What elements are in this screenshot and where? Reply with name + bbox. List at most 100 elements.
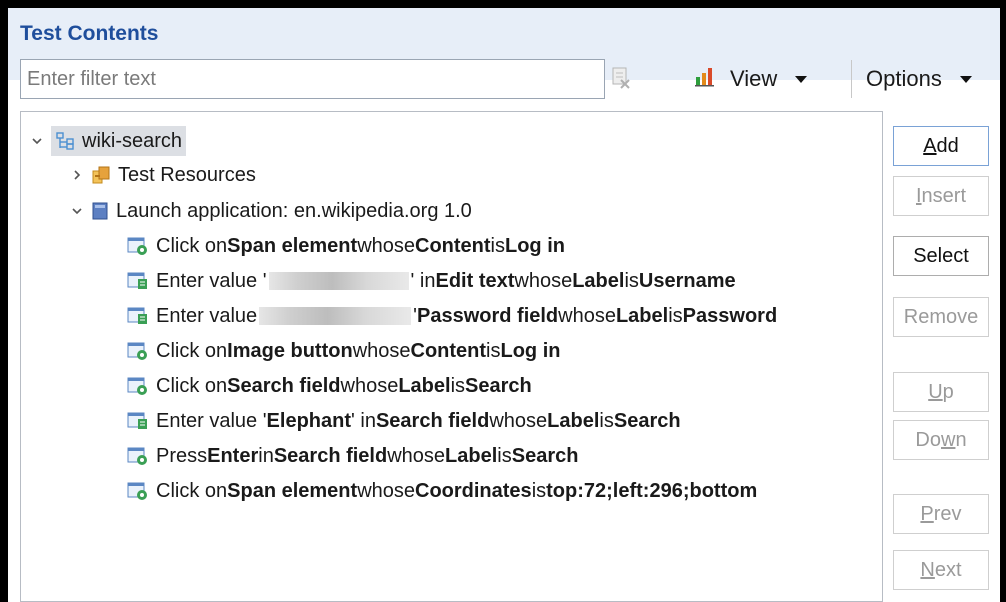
test-step[interactable]: Press Enter in Search field whose Label … — [127, 439, 578, 473]
enter-step-icon — [127, 272, 147, 289]
step-text: is — [490, 234, 505, 257]
step-value: top:72;left:296;bottom — [546, 479, 758, 502]
chevron-down-icon — [795, 75, 808, 83]
step-text: is — [531, 479, 547, 502]
view-menu-button[interactable]: View — [694, 61, 808, 97]
tree-node-root[interactable]: wiki-search — [31, 124, 187, 158]
step-text: whose — [357, 234, 415, 257]
step-property: Label — [615, 304, 669, 327]
click-step-icon — [127, 342, 147, 360]
step-value: Search — [613, 409, 681, 432]
prev-button[interactable]: Prev — [893, 494, 989, 534]
step-element-type: Password field — [417, 304, 559, 327]
step-element-type: Search field — [227, 374, 341, 397]
test-step[interactable]: Click on Image button whose Content is L… — [127, 334, 560, 368]
button-label: rev — [933, 502, 962, 525]
expanded-chevron-icon[interactable] — [71, 205, 83, 217]
step-text: Click on — [156, 234, 228, 257]
button-label: nsert — [921, 184, 967, 207]
test-step[interactable]: Enter value ' Elephant ' in Search field w… — [127, 404, 681, 438]
test-step[interactable]: Click on Span element whose Content is L… — [127, 229, 565, 263]
test-step[interactable]: Enter value ' ' in Edit text whose Label … — [127, 264, 736, 298]
test-step[interactable]: Click on Span element whose Coordinates … — [127, 474, 757, 508]
panel-title: Test Contents — [20, 22, 159, 45]
clear-filter-icon[interactable] — [610, 66, 632, 90]
options-label: Options — [866, 66, 942, 91]
button-label: n — [955, 428, 967, 451]
step-key: Enter — [207, 444, 259, 467]
step-text: ' in — [410, 269, 436, 292]
step-value: Username — [638, 269, 736, 292]
step-text: is — [668, 304, 683, 327]
down-button[interactable]: Do w n — [893, 420, 989, 460]
remove-button[interactable]: Remove — [893, 297, 989, 337]
step-property: Content — [410, 339, 487, 362]
tree-node-test-resources[interactable]: Test Resources — [71, 158, 256, 192]
next-button[interactable]: Next — [893, 550, 989, 590]
step-text: Enter value ' — [156, 409, 267, 432]
step-text: whose — [357, 479, 415, 502]
step-text: is — [450, 374, 466, 397]
step-element-type: Image button — [227, 339, 353, 362]
step-value: Search — [511, 444, 579, 467]
tree-node-launch-application[interactable]: Launch application: en.wikipedia.org 1.0 — [71, 194, 472, 228]
tree-node-label: Launch application: en.wikipedia.org 1.0 — [116, 199, 472, 222]
step-text: Press — [156, 444, 208, 467]
mnemonic: w — [941, 428, 956, 451]
step-text: Click on — [156, 479, 228, 502]
up-button[interactable]: Up — [893, 372, 989, 412]
step-text: whose — [387, 444, 446, 467]
filter-input[interactable] — [20, 59, 605, 99]
step-text: whose — [558, 304, 616, 327]
button-label: Remove — [903, 305, 979, 328]
chevron-down-icon — [959, 75, 972, 83]
step-text: in — [258, 444, 274, 467]
tree-node-label: wiki-search — [82, 129, 183, 152]
step-text: is — [624, 269, 639, 292]
collapsed-chevron-icon[interactable] — [71, 169, 83, 181]
test-step[interactable]: Click on Search field whose Label is Sea… — [127, 369, 532, 403]
test-contents-panel: Test Contents View Options — [8, 8, 1000, 602]
enter-step-icon — [127, 307, 147, 324]
step-property: Label — [398, 374, 451, 397]
step-value: Search — [465, 374, 532, 397]
click-step-icon — [127, 237, 147, 255]
click-step-icon — [127, 482, 147, 500]
button-label: dd — [936, 134, 959, 157]
resources-icon — [92, 166, 110, 184]
step-text: whose — [514, 269, 573, 292]
step-value: Log in — [505, 234, 565, 257]
expanded-chevron-icon[interactable] — [31, 135, 43, 147]
test-tree[interactable]: wiki-search Test Resources Launch applic… — [20, 111, 883, 602]
step-text: Click on — [156, 374, 228, 397]
step-text: ' in — [351, 409, 376, 432]
step-property: Label — [572, 269, 625, 292]
toolbar-separator — [851, 60, 852, 98]
button-label: Do — [915, 428, 941, 451]
test-step[interactable]: Enter value ' Password field whose Label… — [127, 299, 777, 333]
enter-step-icon — [127, 412, 147, 429]
launch-app-icon — [92, 202, 108, 220]
mnemonic: P — [920, 502, 934, 525]
options-menu-button[interactable]: Options — [866, 61, 972, 97]
view-icon — [694, 65, 716, 93]
step-text: Click on — [156, 339, 228, 362]
step-text: Enter value ' — [156, 269, 267, 292]
step-property: Label — [445, 444, 498, 467]
step-element-type: Span element — [227, 234, 358, 257]
select-button[interactable]: Select — [893, 236, 989, 276]
step-text: is — [486, 339, 501, 362]
view-label: View — [730, 66, 778, 91]
step-text: is — [599, 409, 614, 432]
add-button[interactable]: Add — [893, 126, 989, 166]
insert-button[interactable]: Insert — [893, 176, 989, 216]
click-step-icon — [127, 447, 147, 465]
button-label: ext — [934, 558, 962, 581]
click-step-icon — [127, 377, 147, 395]
step-element-type: Search field — [375, 409, 490, 432]
step-text: is — [497, 444, 512, 467]
step-property: Content — [415, 234, 491, 257]
step-text: whose — [489, 409, 548, 432]
step-element-type: Search field — [273, 444, 388, 467]
mnemonic: U — [928, 380, 943, 403]
